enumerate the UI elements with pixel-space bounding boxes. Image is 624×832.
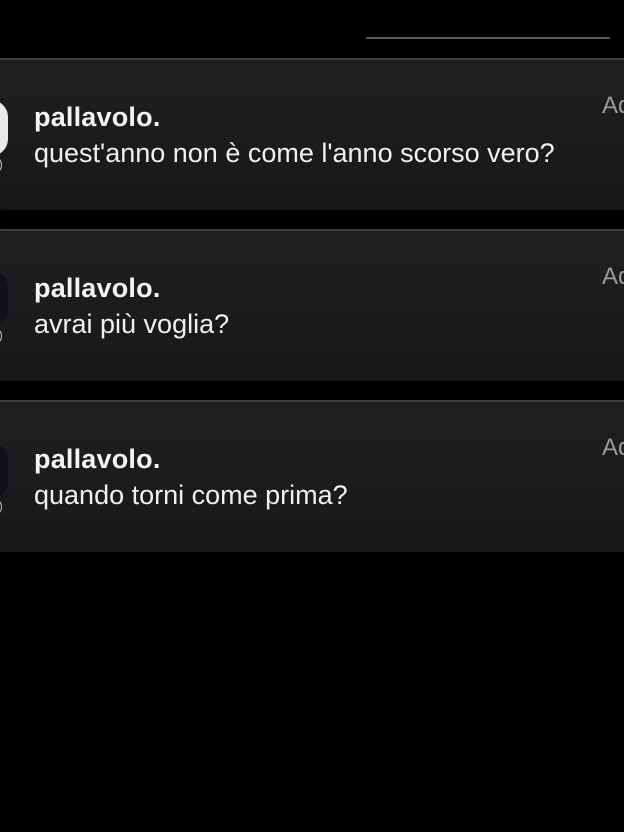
notification-sender: pallavolo. <box>34 444 161 474</box>
notification-card[interactable]: pallavolo. quest'anno non è come l'anno … <box>0 58 624 210</box>
avatar <box>0 442 8 498</box>
notification-sender: pallavolo. <box>34 102 161 132</box>
avatar <box>0 100 8 156</box>
notification-time: Ad <box>602 434 624 461</box>
notification-card[interactable]: pallavolo. quando torni come prima? Ad <box>0 400 624 552</box>
app-badge-icon <box>0 156 2 174</box>
app-badge-icon <box>0 498 2 516</box>
notification-sender: pallavolo. <box>34 273 161 303</box>
top-separator-line <box>366 37 610 39</box>
app-badge-icon <box>0 327 2 345</box>
notification-time: Ad <box>602 92 624 119</box>
notification-card[interactable]: pallavolo. avrai più voglia? Ad <box>0 229 624 381</box>
notification-message: avrai più voglia? <box>34 309 230 339</box>
notification-time: Ad <box>602 263 624 290</box>
avatar <box>0 271 8 327</box>
notification-message: quando torni come prima? <box>34 480 348 510</box>
notification-message: quest'anno non è come l'anno scorso vero… <box>34 138 555 168</box>
